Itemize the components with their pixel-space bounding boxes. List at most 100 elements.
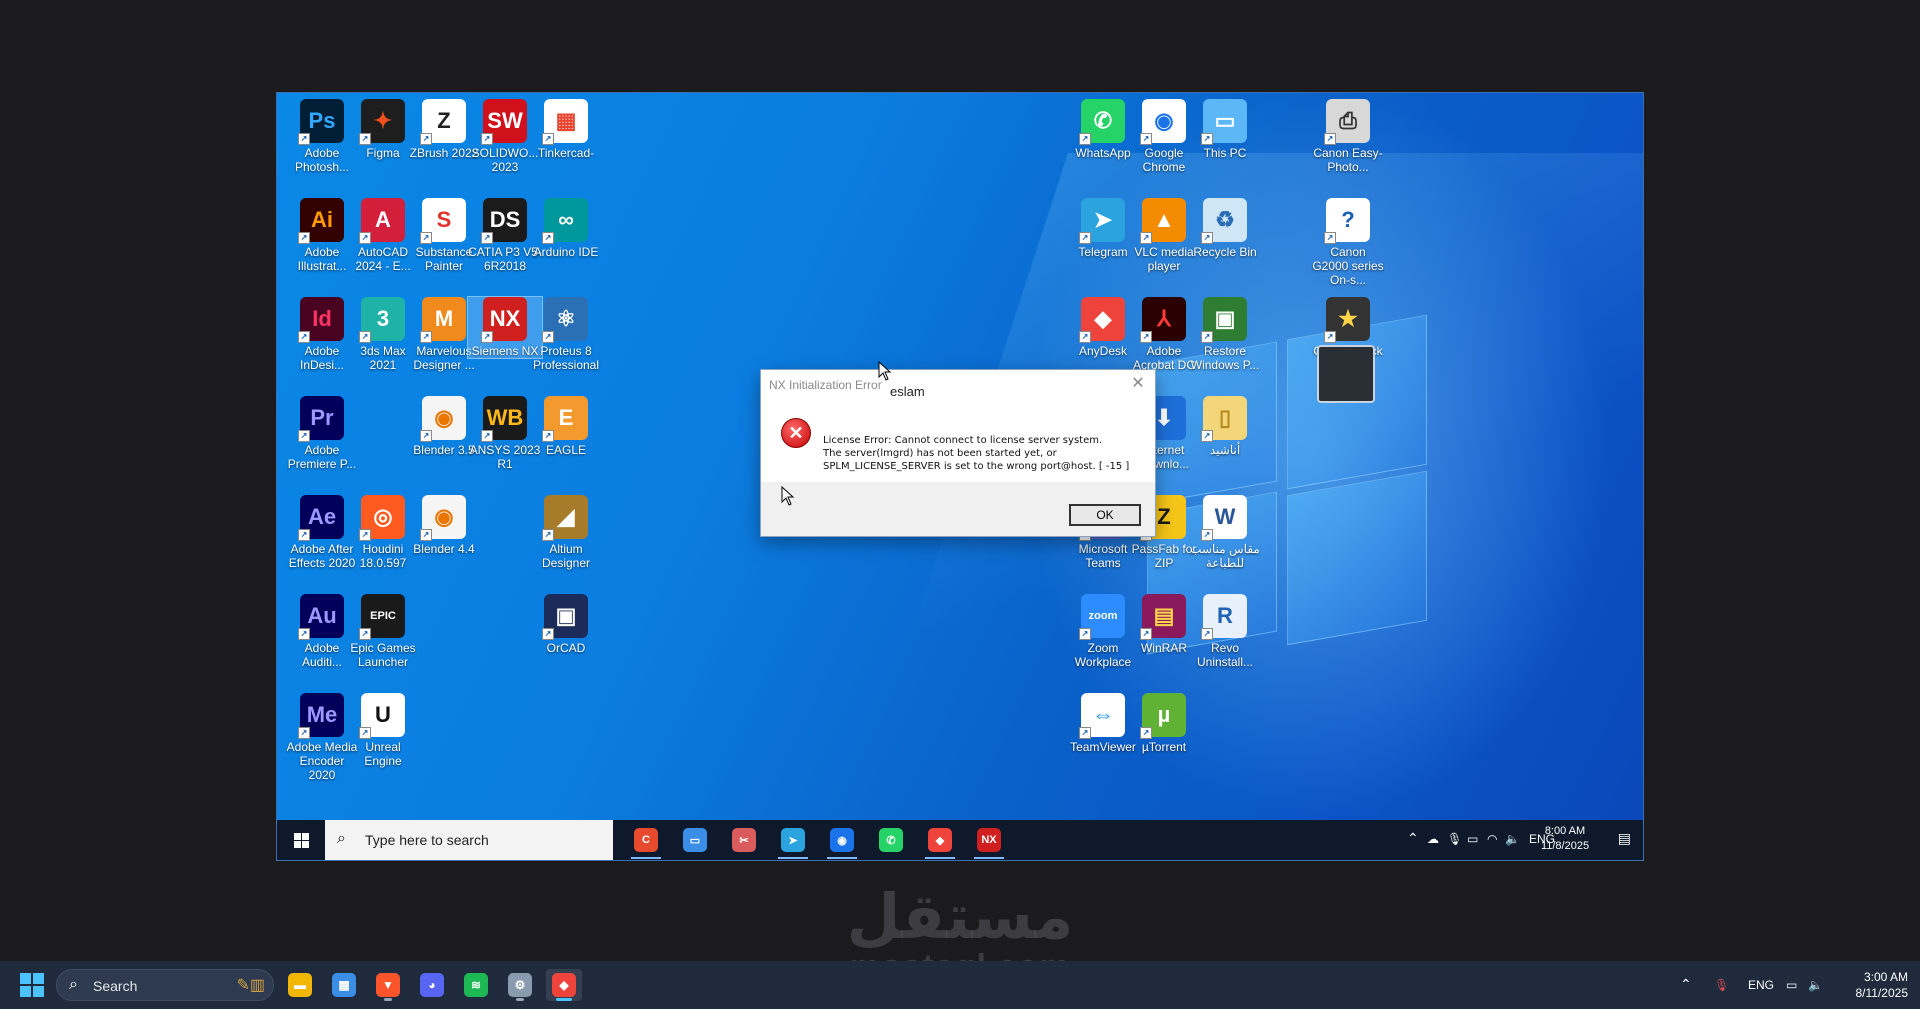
telegram-icon: ➤ ↗ [1079, 198, 1125, 244]
taskbar-search-box[interactable]: ⌕ Type here to search [325, 820, 613, 860]
revo-uninstaller-icon: R ↗ [1201, 594, 1247, 640]
desktop-icon-anasheed[interactable]: ▯ ↗ أناشيد [1188, 396, 1262, 457]
taskbar-app-spotify[interactable]: ≋ [458, 969, 494, 1001]
desktop-icon-premiere[interactable]: Pr ↗ Adobe Premiere P... [285, 396, 359, 471]
error-message-line: SPLM_LICENSE_SERVER is set to the wrong … [823, 461, 1130, 472]
tray-chevron-icon[interactable]: ⌃ [1407, 830, 1419, 847]
taskbar-app-snipping-tool[interactable]: ✂ [725, 825, 763, 855]
ok-button[interactable]: OK [1069, 504, 1141, 526]
icon-glyph: ◢ [557, 504, 575, 529]
mouse-cursor-icon [878, 361, 892, 381]
clock[interactable]: 8:00 AM 11/8/2025 [1533, 824, 1597, 854]
taskbar-app-whatsapp[interactable]: ✆ [872, 825, 910, 855]
taskbar-app-file-explorer[interactable]: ▬ [282, 969, 318, 1001]
volume-icon[interactable]: 🔈 [1808, 978, 1823, 992]
taskbar-app-telegram[interactable]: ➤ [774, 825, 812, 859]
icon-glyph: ⇔ [1092, 702, 1114, 727]
desktop-icon-proteus[interactable]: ⚛ ↗ Proteus 8 Professional [529, 297, 603, 372]
host-screen: Ps ↗ Adobe Photosh... ✦ ↗ Figma Z ↗ ZBrush 2022 S… [0, 0, 1920, 1009]
taskbar-app-discord[interactable]: ◕ [414, 969, 450, 1001]
wifi-icon[interactable]: ◠ [1487, 832, 1497, 846]
desktop-icon-revo[interactable]: R ↗ Revo Uninstall... [1188, 594, 1262, 669]
desktop-icon-restore[interactable]: ▣ ↗ Restore Windows P... [1188, 297, 1262, 372]
microphone-icon[interactable]: 🎙 [1447, 832, 1462, 846]
icon-glyph: Me [306, 702, 338, 727]
icon-glyph: ◉ [434, 405, 454, 430]
taskbar-app-brave[interactable]: ▼ [370, 969, 406, 1001]
taskbar-app-camtasia[interactable]: C [627, 825, 665, 859]
desktop-icon-canonphoto[interactable]: ⎙ ↗ Canon Easy-Photo... [1311, 99, 1385, 174]
icon-glyph: DS [489, 207, 521, 232]
taskbar-app-siemens-nx[interactable]: NX [970, 825, 1008, 859]
desktop-icon-label: Restore Windows P... [1190, 344, 1260, 372]
system-tray: ⌃ ☁ 🎙 ▭ ◠ 🔈 ENG 8:00 AM 11/8/2025 ▤ [1343, 820, 1643, 860]
canon-quick-menu-widget[interactable] [1317, 345, 1375, 403]
taskbar-app-anydesk[interactable]: ◆ [546, 969, 582, 1001]
taskbar-app-chrome[interactable]: ◉ [823, 825, 861, 859]
remote-taskbar: ⌕ Type here to search C ▭ ✂ ➤ ◉ ✆ ◆ NX ⌃ ☁ 🎙 ▭ … [277, 820, 1643, 860]
language-indicator[interactable]: ENG [1748, 978, 1774, 992]
dialog-body: ✕ License Error: Cannot connect to licen… [761, 400, 1155, 482]
search-icon: ⌕ [69, 976, 78, 993]
shortcut-arrow-icon: ↗ [1079, 628, 1091, 640]
taskbar-search-box[interactable]: ⌕ Search ✎▥ [56, 969, 274, 1001]
desktop-icon-utorrent[interactable]: µ ↗ µTorrent [1127, 693, 1201, 754]
desktop-icon-recyclebin[interactable]: ♻ ↗ Recycle Bin [1188, 198, 1262, 259]
desktop-icon-label: Epic Games Launcher [350, 641, 416, 669]
desktop-icon-wordfile[interactable]: W ↗ مقاس مناسب للطباعة [1188, 495, 1262, 570]
tray-chevron-icon[interactable]: ⌃ [1680, 976, 1692, 993]
icon-glyph: ◎ [373, 504, 393, 529]
start-button[interactable] [20, 973, 44, 997]
shortcut-arrow-icon: ↗ [1079, 232, 1091, 244]
blender-icon: ◉ ↗ [420, 396, 466, 442]
icon-glyph: U [375, 702, 391, 727]
desktop-icon-altium[interactable]: ◢ ↗ Altium Designer [529, 495, 603, 570]
onedrive-icon[interactable]: ☁ [1427, 832, 1439, 846]
dialog-title: NX Initialization Error [769, 378, 882, 392]
icon-glyph: ⚛ [556, 306, 576, 331]
desktop-icon-arduino[interactable]: ∞ ↗ Arduino IDE [529, 198, 603, 259]
error-icon: ✕ [781, 418, 811, 448]
desktop-icon-blender44[interactable]: ◉ ↗ Blender 4.4 [407, 495, 481, 556]
desktop-icon-orcad[interactable]: ▣ ↗ OrCAD [529, 594, 603, 655]
taskbar-app-microsoft-store[interactable]: ▦ [326, 969, 362, 1001]
teamviewer-icon: ⇔ ↗ [1079, 693, 1125, 739]
orcad-icon: ▣ ↗ [542, 594, 588, 640]
shortcut-arrow-icon: ↗ [298, 628, 310, 640]
desktop-icon-canong2000[interactable]: ? ↗ Canon G2000 series On-s... [1311, 198, 1385, 287]
remote-desktop-view[interactable]: Ps ↗ Adobe Photosh... ✦ ↗ Figma Z ↗ ZBrush 2022 S… [276, 92, 1644, 861]
taskbar-app-settings[interactable]: ⚙ [502, 969, 538, 1001]
whatsapp-icon: ✆ ↗ [1079, 99, 1125, 145]
telegram-icon: ➤ [781, 828, 805, 852]
nx-initialization-error-dialog[interactable]: NX Initialization Error eslam ✕ ✕ Licens… [760, 369, 1156, 537]
tinkercad-icon: ▦ ↗ [542, 99, 588, 145]
desktop-icon-eagle[interactable]: E ↗ EAGLE [529, 396, 603, 457]
volume-icon[interactable]: 🔈 [1505, 832, 1520, 846]
icon-glyph: ➤ [1093, 207, 1113, 232]
dialog-titlebar[interactable]: NX Initialization Error eslam ✕ [761, 370, 1155, 400]
taskbar-app-file-explorer[interactable]: ▭ [676, 825, 714, 855]
store-icon: ▦ [332, 973, 356, 997]
zoom-icon: zoom ↗ [1079, 594, 1125, 640]
network-icon[interactable]: ▭ [1786, 978, 1797, 992]
desktop-icon-tinkercad[interactable]: ▦ ↗ Tinkercad- [529, 99, 603, 160]
desktop-icon-epic[interactable]: EPIC ↗ Epic Games Launcher [346, 594, 420, 669]
host-taskbar: ⌕ Search ✎▥ ▬ ▦ ▼ ◕ ≋ ⚙ ◆ ⌃ 🎙 ENG ▭ 🔈 3:00 AM … [0, 961, 1920, 1009]
icon-glyph: ▦ [555, 108, 577, 133]
battery-icon[interactable]: ▭ [1467, 832, 1478, 846]
clock[interactable]: 3:00 AM 8/11/2025 [1838, 969, 1909, 1001]
desktop-icon-unreal[interactable]: U ↗ Unreal Engine [346, 693, 420, 768]
close-icon[interactable]: ✕ [1127, 374, 1149, 394]
notifications-icon[interactable]: ▤ [1618, 830, 1631, 847]
shortcut-arrow-icon: ↗ [420, 232, 432, 244]
desktop-icon-thispc[interactable]: ▭ ↗ This PC [1188, 99, 1262, 160]
microphone-icon[interactable]: 🎙 [1714, 978, 1729, 992]
shortcut-arrow-icon: ↗ [481, 232, 493, 244]
epic-games-icon: EPIC ↗ [359, 594, 405, 640]
icon-glyph: S [436, 207, 452, 232]
vlc-icon: ▲ ↗ [1140, 198, 1186, 244]
substance-painter-icon: S ↗ [420, 198, 466, 244]
start-button[interactable] [277, 820, 325, 860]
shortcut-arrow-icon: ↗ [1201, 133, 1213, 145]
taskbar-app-anydesk[interactable]: ◆ [921, 825, 959, 859]
